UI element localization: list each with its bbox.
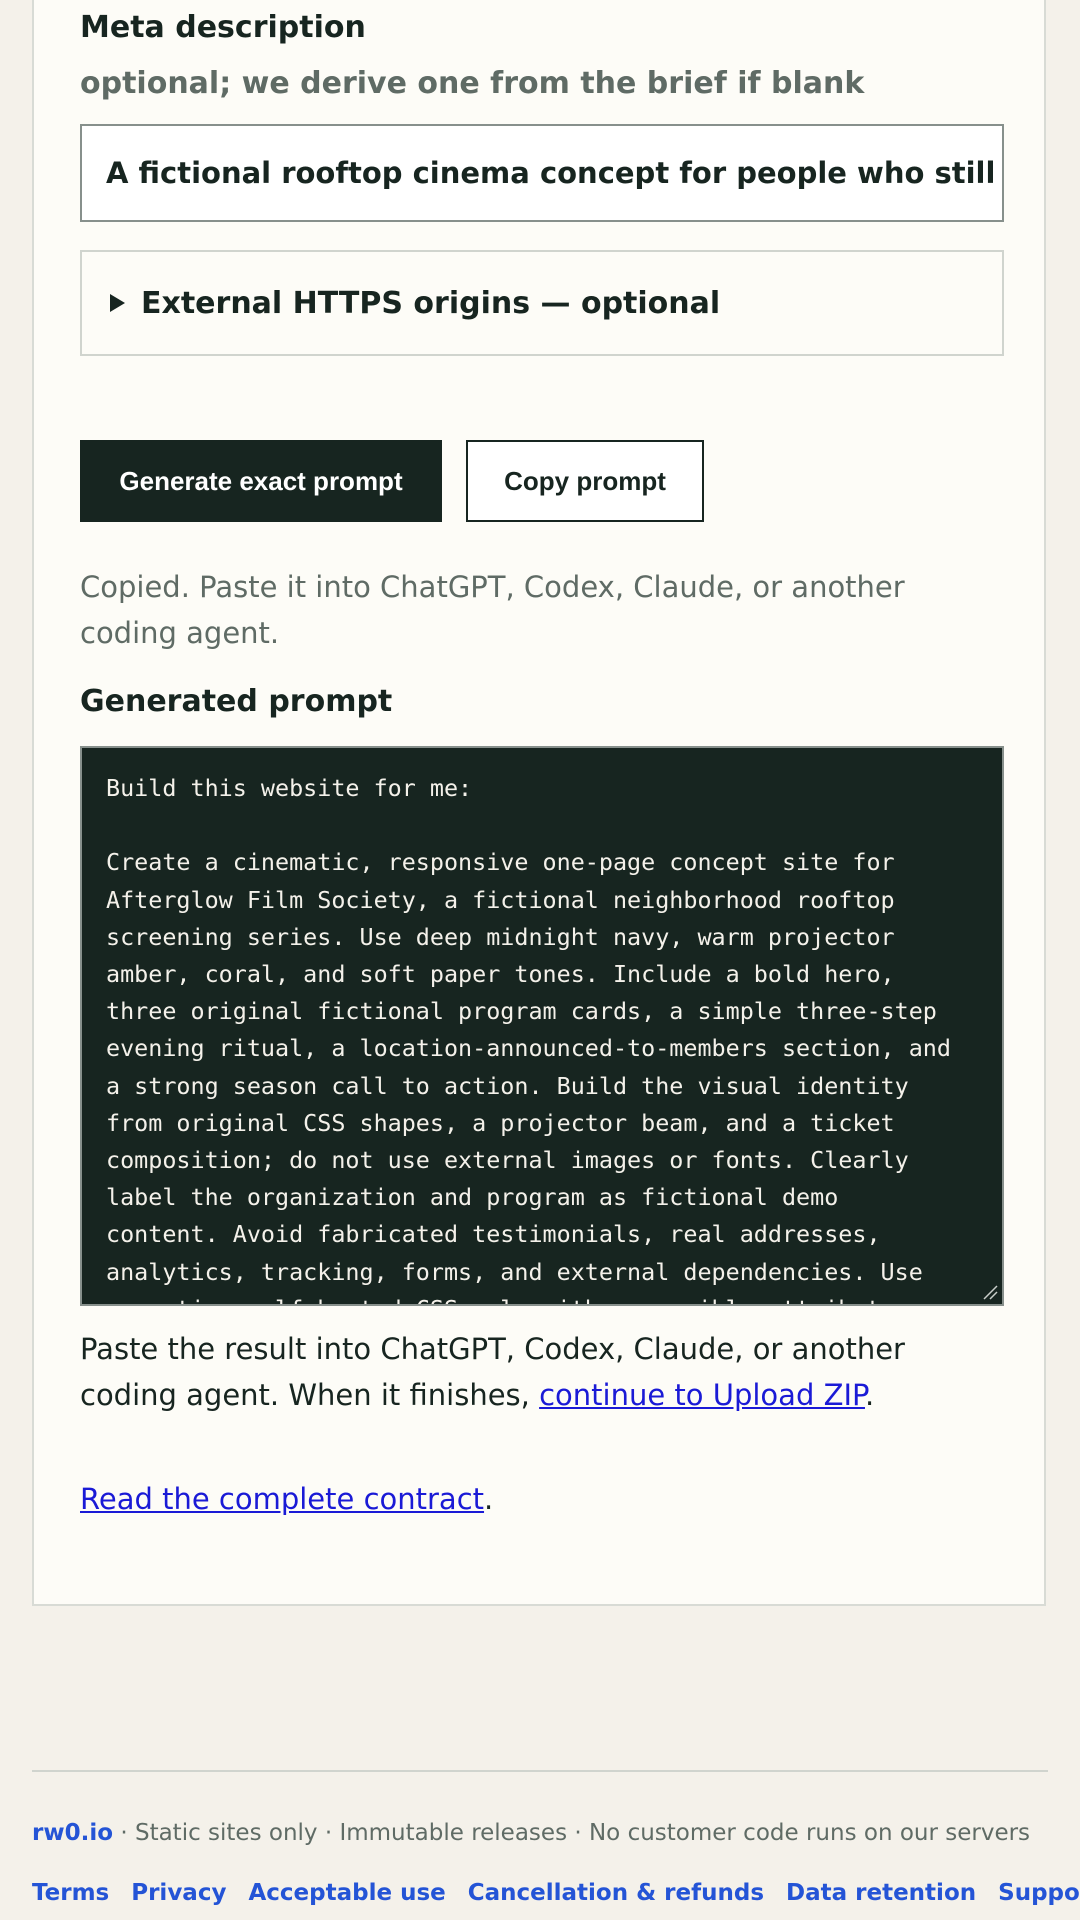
copy-status-message: Copied. Paste it into ChatGPT, Codex, Cl…: [80, 570, 905, 650]
generated-prompt-textarea[interactable]: Build this website for me: Create a cine…: [80, 746, 1004, 1306]
meta-description-input[interactable]: A fictional rooftop cinema concept for p…: [80, 124, 1004, 222]
meta-description-label: Meta description: [80, 10, 366, 45]
contract-line: Read the complete contract.: [80, 1482, 494, 1516]
footer-link-cancellation[interactable]: Cancellation & refunds: [468, 1880, 764, 1906]
footer-tagline: rw0.io · Static sites only · Immutable r…: [32, 1820, 1030, 1846]
read-contract-link[interactable]: Read the complete contract: [80, 1482, 484, 1516]
external-origins-details[interactable]: External HTTPS origins — optional: [80, 250, 1004, 356]
footer-brand-link[interactable]: rw0.io: [32, 1820, 113, 1846]
meta-description-hint: optional; we derive one from the brief i…: [80, 66, 865, 101]
resize-grip-icon[interactable]: [982, 1284, 998, 1300]
next-step-text: Paste the result into ChatGPT, Codex, Cl…: [80, 1332, 905, 1412]
generate-prompt-button[interactable]: Generate exact prompt: [80, 440, 442, 522]
generated-prompt-text: Build this website for me: Create a cine…: [106, 774, 951, 1304]
external-origins-summary: External HTTPS origins — optional: [141, 285, 721, 321]
footer-link-privacy[interactable]: Privacy: [131, 1880, 226, 1906]
upload-zip-link[interactable]: continue to Upload ZIP: [539, 1378, 865, 1412]
footer-divider: [32, 1770, 1048, 1772]
form-card: Meta description optional; we derive one…: [32, 0, 1046, 1606]
footer-tagline-text: · Static sites only · Immutable releases…: [113, 1820, 1031, 1846]
meta-description-value: A fictional rooftop cinema concept for p…: [106, 156, 1004, 190]
footer-links: Terms Privacy Acceptable use Cancellation &…: [32, 1880, 1080, 1906]
footer-link-data-retention[interactable]: Data retention: [786, 1880, 976, 1906]
copy-prompt-button[interactable]: Copy prompt: [466, 440, 704, 522]
footer-link-terms[interactable]: Terms: [32, 1880, 109, 1906]
footer-link-acceptable-use[interactable]: Acceptable use: [248, 1880, 445, 1906]
disclosure-triangle-icon: [110, 294, 125, 312]
footer-link-support[interactable]: Support: [998, 1880, 1080, 1906]
generated-prompt-label: Generated prompt: [80, 684, 393, 719]
